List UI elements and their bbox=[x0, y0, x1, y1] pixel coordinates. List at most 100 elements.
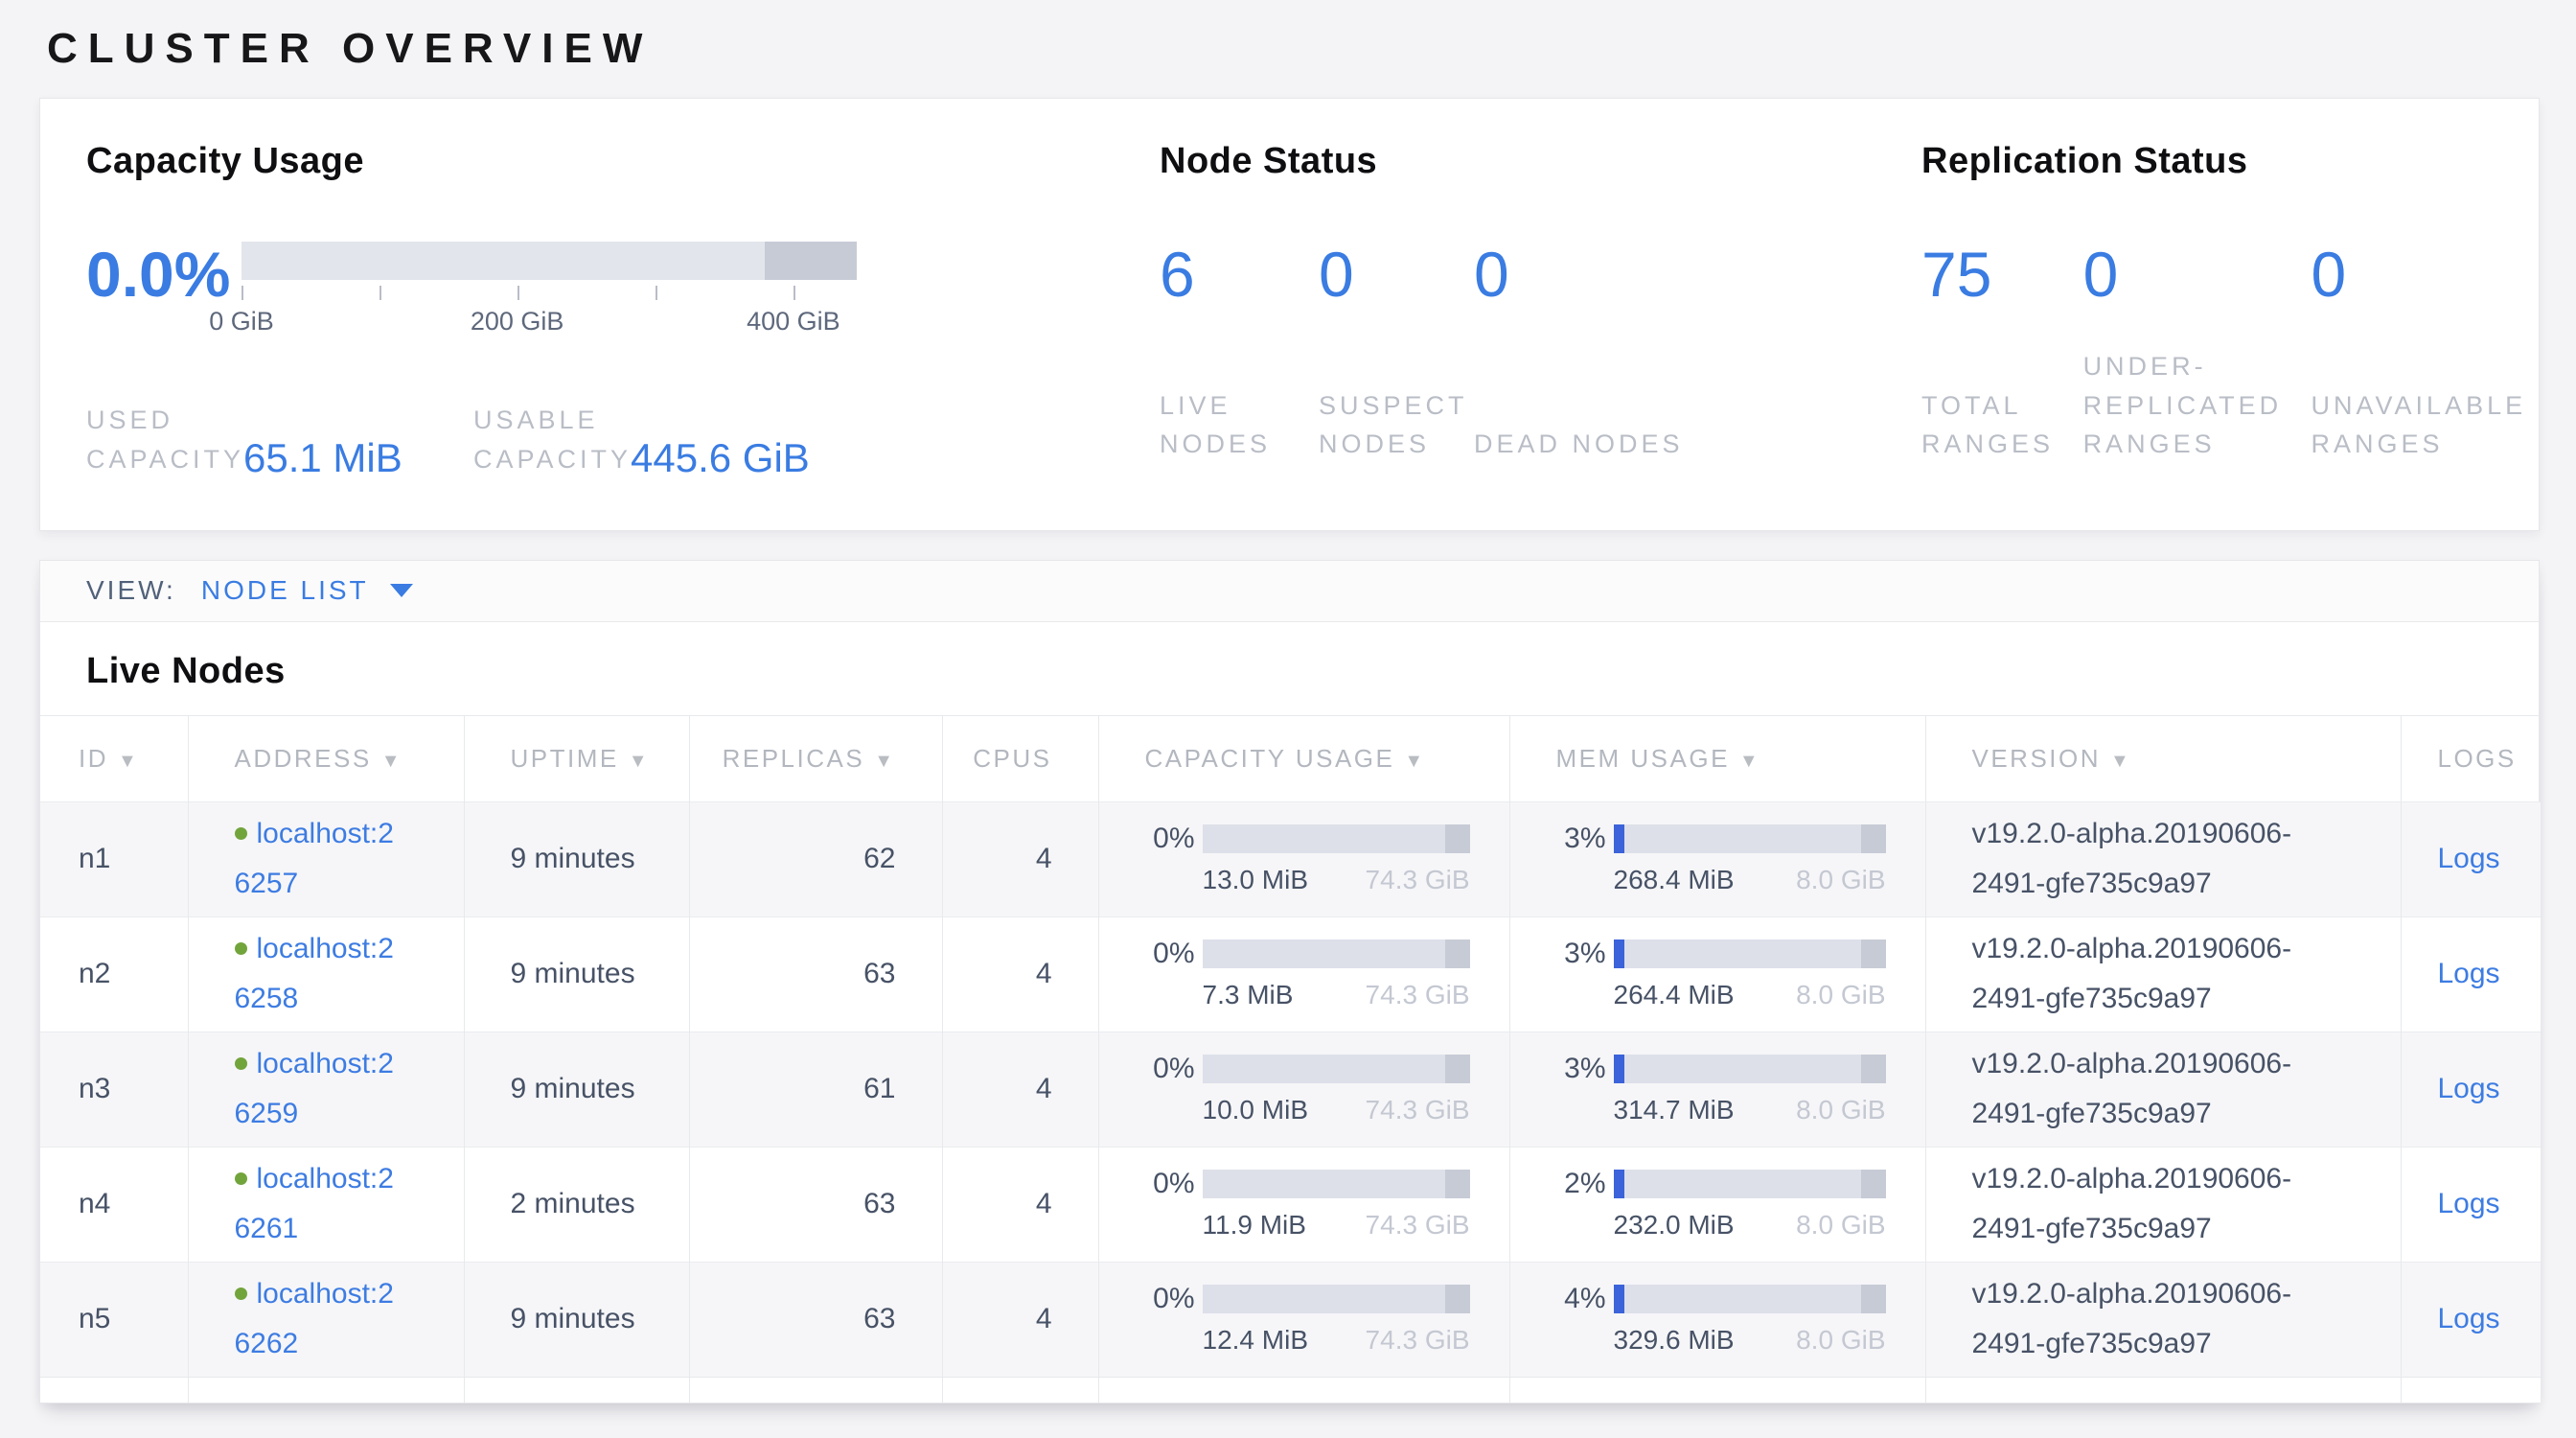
mem-usage-bar bbox=[1614, 824, 1886, 853]
node-live-status-icon bbox=[235, 1287, 247, 1300]
chevron-down-icon bbox=[390, 584, 413, 597]
view-selected-value: NODE LIST bbox=[201, 575, 369, 606]
capacity-used-value: 7.3 MiB bbox=[1203, 980, 1294, 1010]
capacity-bar-used-segment bbox=[1445, 939, 1469, 968]
node-live-status-icon bbox=[235, 1172, 247, 1185]
node-replicas-cell: 63 bbox=[689, 1147, 942, 1262]
node-id-cell: n2 bbox=[40, 916, 188, 1032]
used-capacity-stat: USED CAPACITY 65.1 MiB bbox=[86, 401, 473, 481]
mem-total-value: 8.0 GiB bbox=[1796, 1325, 1885, 1356]
node-address-link[interactable]: localhost:26261 bbox=[235, 1163, 394, 1245]
node-logs-cell: Logs bbox=[2401, 1032, 2541, 1147]
column-header-uptime[interactable]: UPTIME▼ bbox=[464, 715, 689, 801]
column-header-replicas[interactable]: REPLICAS▼ bbox=[689, 715, 942, 801]
total-ranges-count: 75 bbox=[1921, 242, 2083, 308]
page-title: CLUSTER OVERVIEW bbox=[0, 0, 2576, 74]
node-logs-cell: Logs bbox=[2401, 1262, 2541, 1377]
node-address-cell: localhost:26258 bbox=[188, 916, 464, 1032]
node-cpus-cell: 4 bbox=[942, 1262, 1098, 1377]
suspect-nodes-count: 0 bbox=[1319, 242, 1474, 308]
column-header-logs: LOGS bbox=[2401, 715, 2541, 801]
column-header-memory[interactable]: MEM USAGE ▼ bbox=[1509, 715, 1925, 801]
mem-bar-fill bbox=[1614, 1055, 1624, 1083]
mem-usage-bar bbox=[1614, 1055, 1886, 1083]
node-address-link[interactable]: localhost:26257 bbox=[235, 818, 394, 900]
node-address-cell: localhost:26259 bbox=[188, 1032, 464, 1147]
node-version-cell: v19.2.0-alpha.20190606-2491-gfe735c9a97 bbox=[1925, 916, 2401, 1032]
node-capacity-usage-cell: 0% 10.0 MiB 74.3 GiB bbox=[1098, 1032, 1509, 1147]
mem-used-value: 264.4 MiB bbox=[1614, 980, 1735, 1010]
node-address-link[interactable]: localhost:26262 bbox=[235, 1278, 394, 1360]
view-bar: VIEW: NODE LIST bbox=[40, 561, 2539, 622]
live-nodes-table: ID▼ADDRESS▼UPTIME▼REPLICAS▼CPUSCAPACITY … bbox=[40, 715, 2541, 1403]
axis-tick-label: 400 GiB bbox=[747, 307, 840, 336]
node-live-status-icon bbox=[235, 1057, 247, 1070]
node-logs-cell: Logs bbox=[2401, 801, 2541, 916]
column-header-capacity[interactable]: CAPACITY USAGE▼ bbox=[1098, 715, 1509, 801]
mem-total-value: 8.0 GiB bbox=[1796, 980, 1885, 1010]
axis-tick bbox=[794, 286, 795, 300]
sort-descending-icon[interactable]: ▼ bbox=[118, 751, 139, 772]
node-version-cell: v19.2.0-alpha.20190606-2491-gfe735c9a97 bbox=[1925, 1147, 2401, 1262]
mem-bar-used-segment bbox=[1861, 824, 1886, 853]
logs-link[interactable]: Logs bbox=[2438, 1073, 2500, 1104]
nodes-panel: VIEW: NODE LIST Live Nodes ID▼ADDRESS▼UP… bbox=[39, 560, 2540, 1404]
sort-descending-icon[interactable]: ▼ bbox=[1404, 751, 1425, 772]
capacity-usage-section: Capacity Usage 0.0% 0 GiB200 GiB400 GiB … bbox=[86, 141, 1160, 530]
column-header-address[interactable]: ADDRESS▼ bbox=[188, 715, 464, 801]
node-version-cell: v19.2.0-alpha.20190606-2491-gfe735c9a97 bbox=[1925, 801, 2401, 916]
column-header-label: MEM USAGE bbox=[1556, 744, 1730, 773]
node-live-status-icon bbox=[235, 942, 247, 955]
capacity-usage-bar bbox=[1203, 939, 1470, 968]
mem-bar-fill bbox=[1614, 1285, 1624, 1313]
table-row: n2 localhost:26258 9 minutes 63 4 0% 7.3… bbox=[40, 916, 2541, 1032]
mem-percent-label: 3% bbox=[1556, 1053, 1606, 1085]
sort-descending-icon[interactable]: ▼ bbox=[874, 751, 895, 772]
logs-link[interactable]: Logs bbox=[2438, 1303, 2500, 1334]
column-header-label: ID bbox=[79, 744, 108, 773]
view-selector-dropdown[interactable]: NODE LIST bbox=[201, 575, 413, 606]
capacity-percent-label: 0% bbox=[1145, 938, 1195, 970]
sort-descending-icon[interactable]: ▼ bbox=[629, 751, 650, 772]
axis-tick bbox=[518, 286, 519, 300]
node-id-cell: n3 bbox=[40, 1032, 188, 1147]
mem-bar-fill bbox=[1614, 939, 1624, 968]
mem-total-value: 8.0 GiB bbox=[1796, 865, 1885, 895]
mem-bar-used-segment bbox=[1861, 1055, 1886, 1083]
node-address-link[interactable]: localhost:26258 bbox=[235, 933, 394, 1015]
dead-nodes-stat: 0 DEAD NODES bbox=[1474, 242, 1684, 464]
capacity-total-value: 74.3 GiB bbox=[1366, 980, 1470, 1010]
node-live-status-icon bbox=[235, 827, 247, 840]
capacity-total-value: 74.3 GiB bbox=[1366, 1210, 1470, 1241]
node-uptime-cell: 9 minutes bbox=[464, 1262, 689, 1377]
logs-link[interactable]: Logs bbox=[2438, 958, 2500, 989]
column-header-cpus: CPUS bbox=[942, 715, 1098, 801]
mem-bar-fill bbox=[1614, 824, 1624, 853]
logs-link[interactable]: Logs bbox=[2438, 1188, 2500, 1219]
capacity-used-value: 13.0 MiB bbox=[1203, 865, 1309, 895]
dead-nodes-label: DEAD NODES bbox=[1474, 425, 1684, 464]
capacity-gauge-used-segment bbox=[765, 242, 857, 280]
capacity-used-value: 11.9 MiB bbox=[1203, 1210, 1306, 1241]
node-version-cell: v19.2.0-alpha.20190606-2491-gfe735c9a97 bbox=[1925, 1032, 2401, 1147]
column-header-version[interactable]: VERSION▼ bbox=[1925, 715, 2401, 801]
node-uptime-cell: 9 minutes bbox=[464, 801, 689, 916]
sort-descending-icon[interactable]: ▼ bbox=[2110, 751, 2131, 772]
axis-tick bbox=[242, 286, 243, 300]
node-uptime-cell: 9 minutes bbox=[464, 1032, 689, 1147]
logs-link[interactable]: Logs bbox=[2438, 843, 2500, 874]
column-header-label: CPUS bbox=[973, 744, 1051, 773]
mem-usage-bar bbox=[1614, 1285, 1886, 1313]
capacity-gauge-axis: 0 GiB200 GiB400 GiB bbox=[242, 282, 857, 339]
sort-descending-icon[interactable]: ▼ bbox=[381, 751, 402, 772]
mem-bar-used-segment bbox=[1861, 1285, 1886, 1313]
dead-nodes-count: 0 bbox=[1474, 242, 1684, 308]
column-header-id[interactable]: ID ▼ bbox=[40, 715, 188, 801]
node-replicas-cell: 62 bbox=[689, 801, 942, 916]
node-address-link[interactable]: localhost:26259 bbox=[235, 1048, 394, 1130]
mem-used-value: 314.7 MiB bbox=[1614, 1095, 1735, 1125]
sort-descending-icon[interactable]: ▼ bbox=[1739, 751, 1760, 772]
capacity-usage-bar bbox=[1203, 1170, 1470, 1198]
mem-used-value: 232.0 MiB bbox=[1614, 1210, 1735, 1241]
mem-percent-label: 4% bbox=[1556, 1283, 1606, 1315]
